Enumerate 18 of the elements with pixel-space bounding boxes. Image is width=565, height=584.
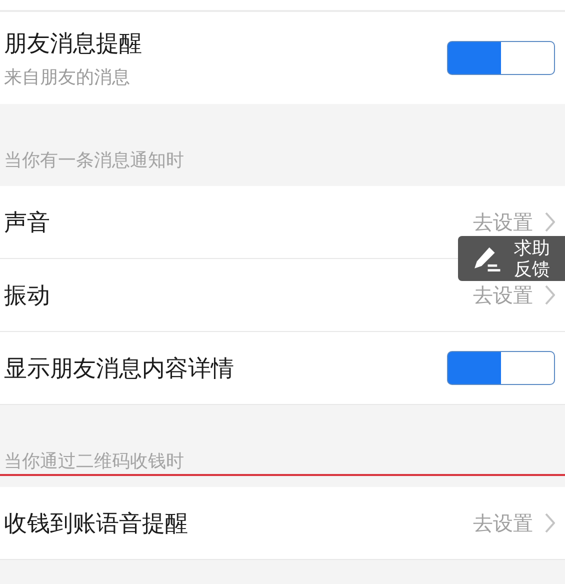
setting-title: 朋友消息提醒 xyxy=(4,30,143,58)
section-header: 当你有一条消息通知时 xyxy=(4,149,184,172)
toggle-switch[interactable] xyxy=(447,351,555,385)
chevron-icon xyxy=(545,285,555,305)
pencil-icon xyxy=(472,244,502,272)
chevron-icon xyxy=(545,513,555,533)
setting-link[interactable]: 去设置 xyxy=(473,512,533,534)
toggle-switch[interactable] xyxy=(447,41,555,75)
feedback-button[interactable]: 求助 反馈 xyxy=(458,236,565,281)
setting-subtitle: 来自朋友的消息 xyxy=(4,66,131,88)
setting-title: 显示朋友消息内容详情 xyxy=(4,354,235,384)
section-header: 当你通过二维码收钱时 xyxy=(4,450,184,473)
setting-title: 收钱到账语音提醒 xyxy=(4,510,189,538)
setting-link[interactable]: 去设置 xyxy=(473,284,533,306)
chevron-icon xyxy=(545,212,555,232)
setting-title: 声音 xyxy=(4,208,51,238)
setting-link[interactable]: 去设置 xyxy=(473,211,533,233)
setting-title: 振动 xyxy=(4,282,51,310)
